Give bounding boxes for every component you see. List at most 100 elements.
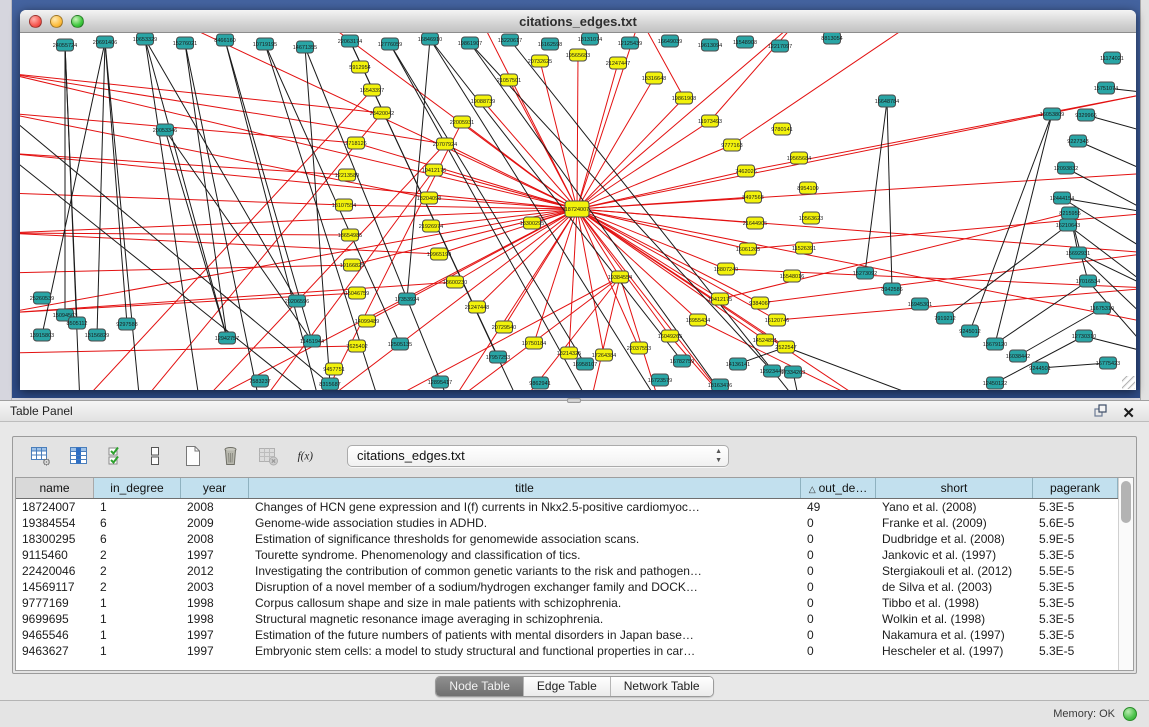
graph-node[interactable]: 21247447 <box>606 57 630 69</box>
graph-node[interactable]: 9862941 <box>529 377 550 389</box>
graph-node[interactable]: 20729540 <box>492 321 516 333</box>
graph-node[interactable]: 18204098 <box>417 192 441 204</box>
graph-node[interactable]: 17353924 <box>395 293 419 305</box>
graph-node[interactable]: 12895417 <box>428 376 452 388</box>
close-panel-icon[interactable]: ✕ <box>1122 406 1135 421</box>
graph-node[interactable]: 11548908 <box>733 36 757 48</box>
graph-node[interactable]: 19166825 <box>340 259 364 271</box>
graph-node[interactable]: 18724007 <box>565 201 589 217</box>
graph-node[interactable]: 24055724 <box>53 39 77 51</box>
table-row[interactable]: 2242004622012Investigating the contribut… <box>16 563 1118 579</box>
graph-node[interactable]: 10719195 <box>253 38 277 50</box>
table-row[interactable]: 911546021997Tourette syndrome. Phenomeno… <box>16 547 1118 563</box>
graph-node[interactable]: 8466160 <box>214 34 235 46</box>
graph-node[interactable]: 17334263 <box>781 366 805 378</box>
column-chooser-icon[interactable] <box>67 444 91 468</box>
graph-node[interactable]: 18163476 <box>708 379 732 390</box>
graph-node[interactable]: 20732625 <box>528 55 552 67</box>
graph-node[interactable]: 7919212 <box>934 312 955 324</box>
graph-node[interactable]: 19861907 <box>458 37 482 49</box>
float-panel-icon[interactable] <box>1093 403 1108 423</box>
graph-node[interactable]: 15548016 <box>780 270 804 282</box>
graph-node[interactable]: 16162598 <box>538 38 562 50</box>
graph-node[interactable]: 20707924 <box>433 138 457 150</box>
graph-node[interactable]: 10563623 <box>799 212 823 224</box>
graph-node[interactable]: 15692931 <box>1066 247 1090 259</box>
tab-node-table[interactable]: Node Table <box>436 677 524 696</box>
graph-node[interactable]: 12730310 <box>1072 330 1096 342</box>
graph-node[interactable]: 16648784 <box>875 95 899 107</box>
graph-node[interactable]: 12217097 <box>768 40 792 52</box>
graph-node[interactable]: 7583237 <box>249 375 270 387</box>
graph-node[interactable]: 16723579 <box>648 374 672 386</box>
network-canvas[interactable]: 24055724 20691406 10653329 15276021 8466160 1… <box>20 33 1136 390</box>
graph-node[interactable]: 19750184 <box>522 337 546 349</box>
network-canvas-svg[interactable]: 24055724 20691406 10653329 15276021 8466160 1… <box>20 33 1136 390</box>
graph-node[interactable]: 8954109 <box>797 182 818 194</box>
graph-node[interactable]: 12213589 <box>335 169 359 181</box>
delete-table-icon[interactable] <box>219 444 243 468</box>
graph-node[interactable]: 9780141 <box>771 123 792 135</box>
window-resize-grip[interactable] <box>1122 376 1135 389</box>
graph-node[interactable]: 12125439 <box>618 37 642 49</box>
table-panel-titlebar[interactable]: Table Panel ✕ <box>0 400 1149 422</box>
network-window[interactable]: citations_edges.txt 24055724 20691406 1065… <box>20 10 1136 390</box>
graph-node[interactable]: 8813054 <box>821 33 842 44</box>
table-row[interactable]: 1456911722003Disruption of a novel membe… <box>16 579 1118 595</box>
graph-node[interactable]: 12942757 <box>215 332 239 344</box>
graph-node[interactable]: 8505112 <box>66 317 87 329</box>
column-header-name[interactable]: name <box>16 478 94 498</box>
graph-node[interactable]: 19861908 <box>672 92 696 104</box>
table-row[interactable]: 1938455462009Genome-wide association stu… <box>16 515 1118 531</box>
graph-node[interactable]: 9297588 <box>116 318 137 330</box>
graph-node[interactable]: 16958107 <box>573 358 597 370</box>
graph-node[interactable]: 20206596 <box>285 295 309 307</box>
graph-node[interactable]: 14099489 <box>355 315 379 327</box>
graph-node[interactable]: 18807249 <box>714 263 738 275</box>
graph-node[interactable]: 14524851 <box>753 334 777 346</box>
table-row[interactable]: 1830029562008Estimation of significance … <box>16 531 1118 547</box>
column-header-in_degree[interactable]: in_degree <box>94 478 181 498</box>
graph-node[interactable]: 9457751 <box>323 363 344 375</box>
graph-node[interactable]: 9227343 <box>1067 135 1088 147</box>
graph-node[interactable]: 9245012 <box>959 325 980 337</box>
graph-node[interactable]: 16649039 <box>658 35 682 47</box>
graph-node[interactable]: 13915803 <box>30 329 54 341</box>
graph-node[interactable]: 13679120 <box>983 338 1007 350</box>
graph-node[interactable]: 21247448 <box>465 301 489 313</box>
graph-node[interactable]: 21057501 <box>497 74 521 86</box>
column-header-pagerank[interactable]: pagerank <box>1033 478 1118 498</box>
graph-node[interactable]: 7462026 <box>735 165 756 177</box>
graph-node[interactable]: 11451944 <box>300 335 324 347</box>
graph-node[interactable]: 19412175 <box>708 293 732 305</box>
network-window-titlebar[interactable]: citations_edges.txt <box>20 10 1136 33</box>
graph-node[interactable]: 18955434 <box>686 314 710 326</box>
graph-node[interactable]: 18316648 <box>642 72 666 84</box>
graph-node[interactable]: 20691406 <box>93 36 117 48</box>
graph-node[interactable]: 19965190 <box>427 248 451 260</box>
column-header-short[interactable]: short <box>876 478 1033 498</box>
graph-node[interactable]: 10653329 <box>133 33 157 45</box>
table-row[interactable]: 969969511998Structural magnetic resonanc… <box>16 611 1118 627</box>
splitter-grip[interactable] <box>567 398 581 403</box>
graph-node[interactable]: 8497568 <box>742 191 763 203</box>
graph-node[interactable]: 16846910 <box>418 33 442 45</box>
graph-node[interactable]: 9777163 <box>721 139 742 151</box>
graph-node[interactable]: 25260539 <box>30 292 54 304</box>
tab-network-table[interactable]: Network Table <box>611 677 713 696</box>
graph-node[interactable]: 21926974 <box>419 220 443 232</box>
graph-node[interactable]: 9384067 <box>749 297 770 309</box>
graph-node[interactable]: 15273092 <box>853 267 877 279</box>
graph-node[interactable]: 21644905 <box>743 217 767 229</box>
graph-node[interactable]: 19088739 <box>471 95 495 107</box>
graph-node[interactable]: 18131074 <box>578 33 602 45</box>
row-select-icon[interactable] <box>105 444 129 468</box>
graph-node[interactable]: 18214325 <box>557 347 581 359</box>
table-row[interactable]: 977716911998Corpus callosum shape and si… <box>16 595 1118 611</box>
graph-node[interactable]: 16782759 <box>670 355 694 367</box>
graph-node[interactable]: 22063174 <box>338 35 362 47</box>
graph-node[interactable]: 15276021 <box>173 37 197 49</box>
graph-node[interactable]: 12450122 <box>983 377 1007 389</box>
graph-node[interactable]: 13156829 <box>85 329 109 341</box>
graph-node[interactable]: 23420042 <box>370 107 394 119</box>
